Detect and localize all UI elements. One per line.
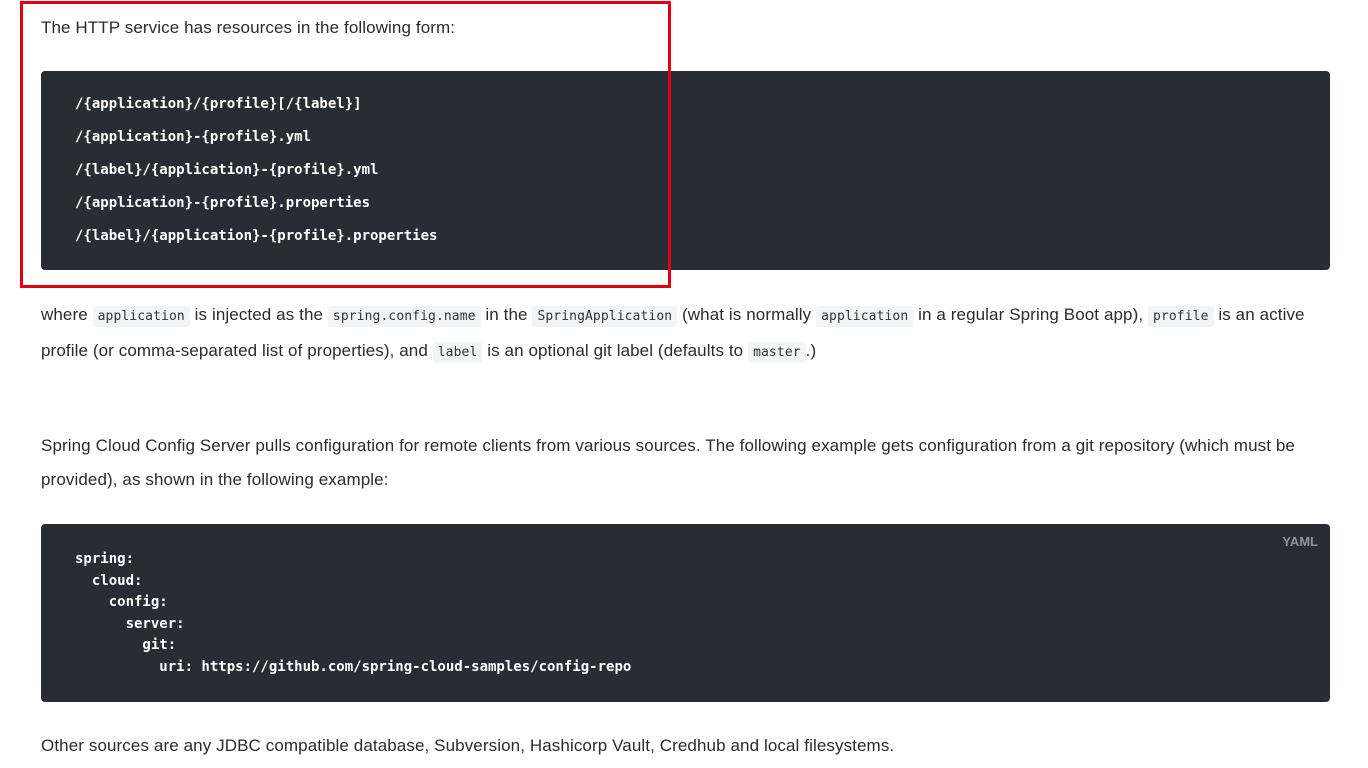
code-line: /{label}/{application}-{profile}.yml [75,162,379,178]
resource-paths-code-block: /{application}/{profile}[/{label}] /{app… [41,71,1330,270]
inline-code-profile: profile [1148,306,1214,327]
code-line: /{application}-{profile}.properties [75,195,371,211]
inline-code-master: master [748,342,806,363]
yaml-code: spring: cloud: config: server: git: uri:… [75,551,632,675]
paragraph-text: where [41,305,93,324]
paragraph-text: .) [805,341,817,360]
inline-code-application: application [92,306,190,327]
yaml-code-block: YAML spring: cloud: config: server: git:… [41,524,1330,702]
paragraph-text: in a regular Spring Boot app), [913,305,1149,324]
paragraph-text: is injected as the [189,305,328,324]
inline-code-application: application [816,306,914,327]
inline-code-label: label [432,342,483,363]
code-line: /{application}/{profile}[/{label}] [75,96,362,112]
config-server-paragraph: Spring Cloud Config Server pulls configu… [41,436,1295,489]
code-line: /{label}/{application}-{profile}.propert… [75,228,438,244]
paragraph-text: in the [480,305,533,324]
inline-code-spring-application: SpringApplication [532,306,678,327]
inline-code-spring-config-name: spring.config.name [327,306,481,327]
code-language-label: YAML [1282,534,1318,549]
resource-explanation-paragraph: where application is injected as the spr… [41,298,1330,370]
other-sources-paragraph: Other sources are any JDBC compatible da… [41,736,895,755]
intro-text: The HTTP service has resources in the fo… [41,18,456,37]
paragraph-text: is an optional git label (defaults to [482,341,749,360]
paragraph-text: (what is normally [677,305,817,324]
code-line: /{application}-{profile}.yml [75,129,312,145]
